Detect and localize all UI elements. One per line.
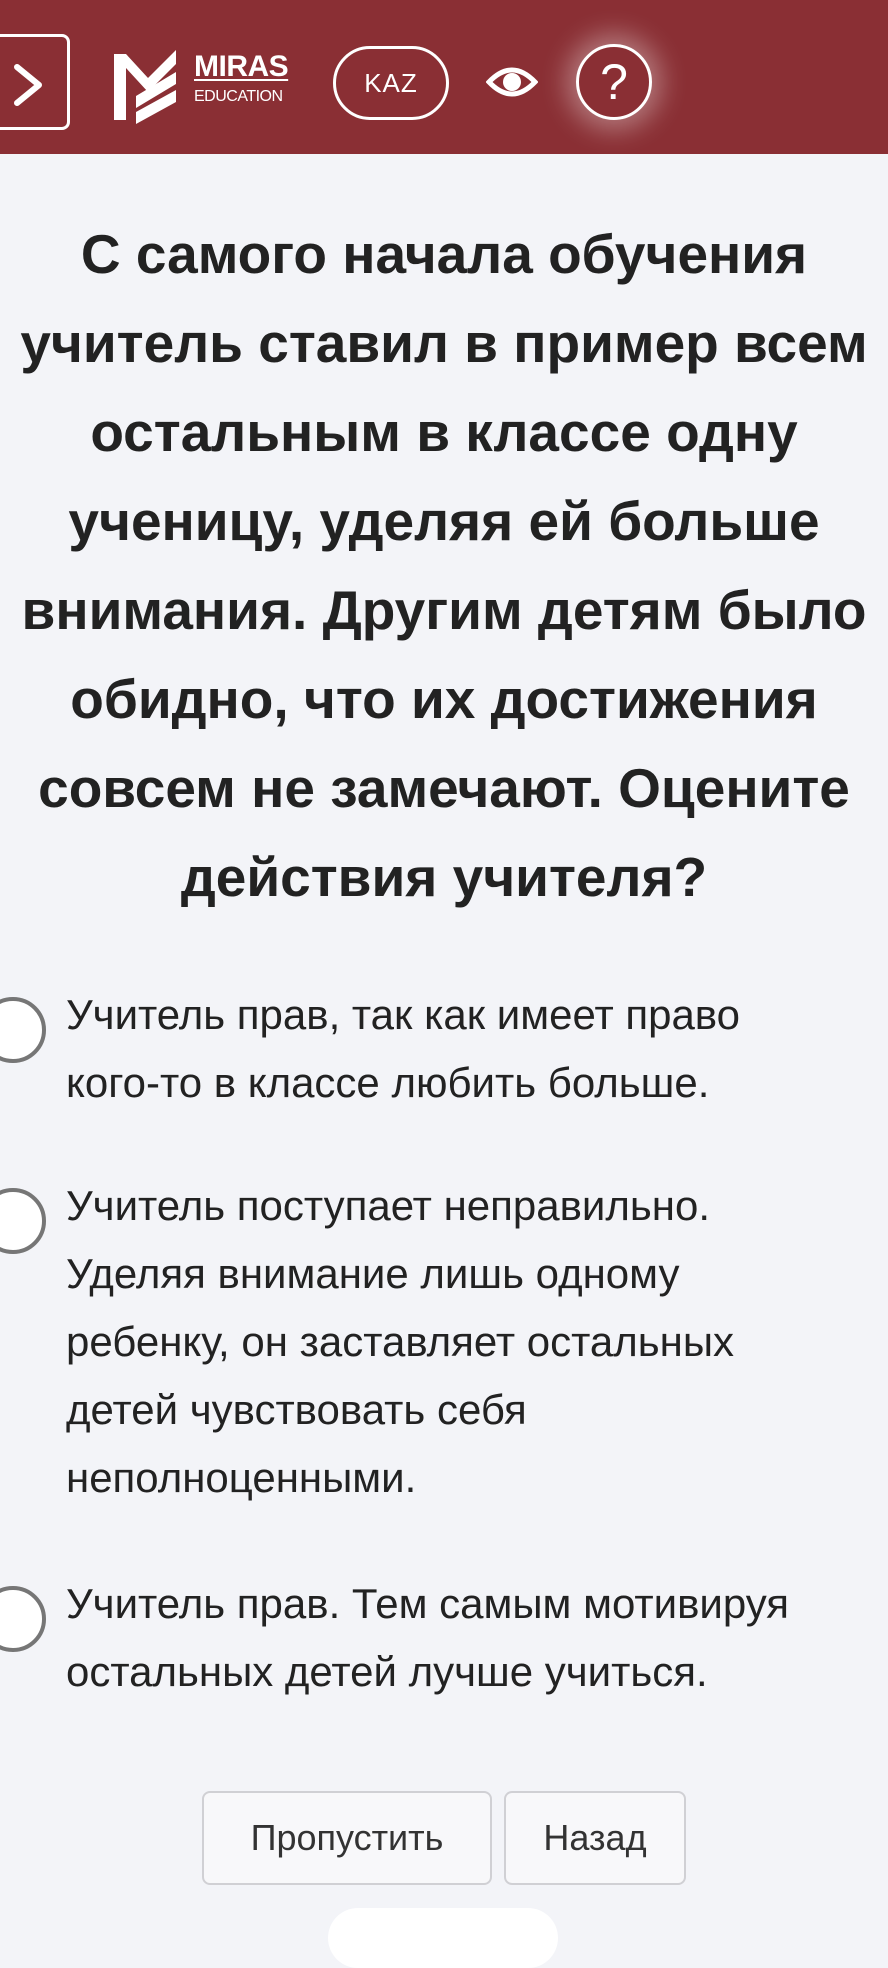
question-line: учитель ставил в пример всем (20, 312, 868, 374)
answer-radio[interactable] (0, 1586, 46, 1652)
answer-line: Учитель прав, так как имеет право (66, 991, 741, 1038)
answer-line: остальных детей лучше учиться. (66, 1648, 708, 1695)
answer-line: Учитель поступает неправильно. (66, 1182, 710, 1229)
answer-text: Учитель прав, так как имеет право кого-т… (66, 981, 866, 1117)
question-line: С самого начала обучения (80, 223, 808, 285)
answer-text: Учитель поступает неправильно. Уделяя вн… (66, 1172, 866, 1512)
answer-option-2[interactable]: Учитель поступает неправильно. Уделяя вн… (0, 1182, 880, 1528)
answer-radio[interactable] (0, 997, 46, 1063)
accessibility-eye-button[interactable] (485, 62, 539, 102)
logo-subtitle: EDUCATION (194, 88, 283, 105)
eye-icon (485, 67, 539, 97)
help-button[interactable]: ? (576, 44, 652, 120)
answer-line: детей чувствовать себя (66, 1386, 527, 1433)
bottom-floating-tab (328, 1908, 558, 1968)
back-button[interactable]: Назад (504, 1791, 686, 1885)
question-line: обидно, что их достижения (70, 668, 818, 730)
language-switch-button[interactable]: KAZ (333, 46, 449, 120)
answer-option-3[interactable]: Учитель прав. Тем самым мотивируя осталь… (0, 1580, 880, 1726)
skip-button[interactable]: Пропустить (202, 1791, 492, 1885)
answer-line: Уделяя внимание лишь одному (66, 1250, 680, 1297)
miras-logo: MIRAS EDUCATION (112, 48, 302, 124)
question-line: ученицу, уделяя ей больше (68, 490, 820, 552)
question-line: остальным в классе одну (90, 401, 798, 463)
menu-toggle-button[interactable] (0, 34, 70, 130)
answer-line: ребенку, он заставляет остальных (66, 1318, 735, 1365)
answer-option-1[interactable]: Учитель прав, так как имеет право кого-т… (0, 991, 880, 1137)
answer-radio[interactable] (0, 1188, 46, 1254)
question-text: С самого начала обучения учитель ставил … (0, 210, 888, 922)
answer-text: Учитель прав. Тем самым мотивируя осталь… (66, 1570, 866, 1706)
chevron-right-icon (14, 64, 42, 106)
logo-mark-icon (114, 50, 176, 124)
logo-title: MIRAS (194, 50, 289, 83)
question-line: совсем не замечают. Оцените (38, 757, 850, 819)
question-line: внимания. Другим детям было (21, 579, 867, 641)
answer-line: Учитель прав. Тем самым мотивируя (66, 1580, 790, 1627)
answer-line: кого-то в классе любить больше. (66, 1059, 710, 1106)
app-header: MIRAS EDUCATION KAZ ? (0, 0, 888, 154)
answer-line: неполноценными. (66, 1454, 417, 1501)
question-line: действия учителя? (180, 846, 708, 908)
